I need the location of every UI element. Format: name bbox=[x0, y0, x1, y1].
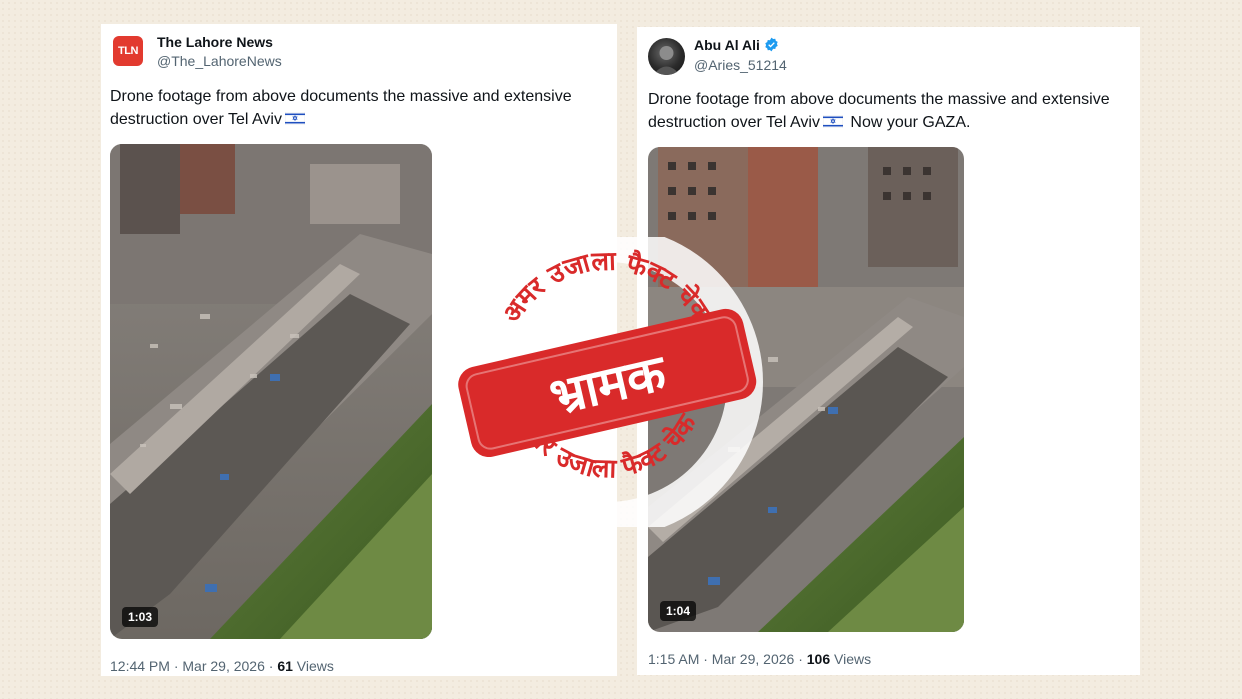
video-duration-badge: 1:03 bbox=[122, 607, 159, 627]
israel-flag-icon bbox=[284, 112, 305, 125]
author-handle[interactable]: @The_LahoreNews bbox=[157, 53, 282, 69]
author-name[interactable]: Abu Al Ali bbox=[694, 37, 760, 53]
author-name-row: Abu Al Ali bbox=[694, 37, 779, 53]
views-label: Views bbox=[830, 651, 872, 667]
tweet-text: Drone footage from above documents the m… bbox=[110, 85, 610, 131]
video-duration-badge: 1:04 bbox=[660, 601, 697, 621]
views-label: Views bbox=[292, 658, 334, 674]
author-name[interactable]: The Lahore News bbox=[157, 34, 273, 50]
fact-check-stamp: अमर उजाला फैक्ट चेक अमर उजाला फैक्ट चेक … bbox=[447, 226, 767, 538]
israel-flag-icon bbox=[822, 115, 843, 128]
profile-photo-icon bbox=[653, 46, 680, 75]
tweet-timestamp[interactable]: 12:44 PM · Mar 29, 2026 · bbox=[110, 658, 277, 674]
verified-badge-icon[interactable] bbox=[764, 37, 779, 52]
video-thumbnail[interactable]: 1:03 bbox=[110, 144, 432, 639]
views-count: 61 bbox=[277, 658, 293, 674]
avatar[interactable] bbox=[648, 38, 685, 75]
tweet-text: Drone footage from above documents the m… bbox=[648, 88, 1138, 134]
fact-check-stamp-graphic: अमर उजाला फैक्ट चेक अमर उजाला फैक्ट चेक … bbox=[451, 226, 763, 538]
tweet-meta: 1:15 AM · Mar 29, 2026 · 106 Views bbox=[648, 651, 871, 667]
avatar[interactable]: TLN bbox=[113, 36, 143, 66]
avatar-logo-text: TLN bbox=[118, 45, 138, 57]
tweet-text-line2: destruction over Tel Aviv bbox=[648, 114, 820, 131]
author-handle[interactable]: @Aries_51214 bbox=[694, 57, 787, 73]
tweet-text-line1: Drone footage from above documents the m… bbox=[648, 91, 1110, 108]
destroyed-buildings-image bbox=[110, 144, 432, 639]
tweet-text-line2: destruction over Tel Aviv bbox=[110, 111, 282, 128]
tweet-meta: 12:44 PM · Mar 29, 2026 · 61 Views bbox=[110, 658, 334, 674]
tweet-timestamp[interactable]: 1:15 AM · Mar 29, 2026 · bbox=[648, 651, 807, 667]
tweet-text-suffix: Now your GAZA. bbox=[845, 114, 971, 131]
views-count: 106 bbox=[806, 651, 831, 667]
tweet-text-line1: Drone footage from above documents the m… bbox=[110, 88, 572, 105]
